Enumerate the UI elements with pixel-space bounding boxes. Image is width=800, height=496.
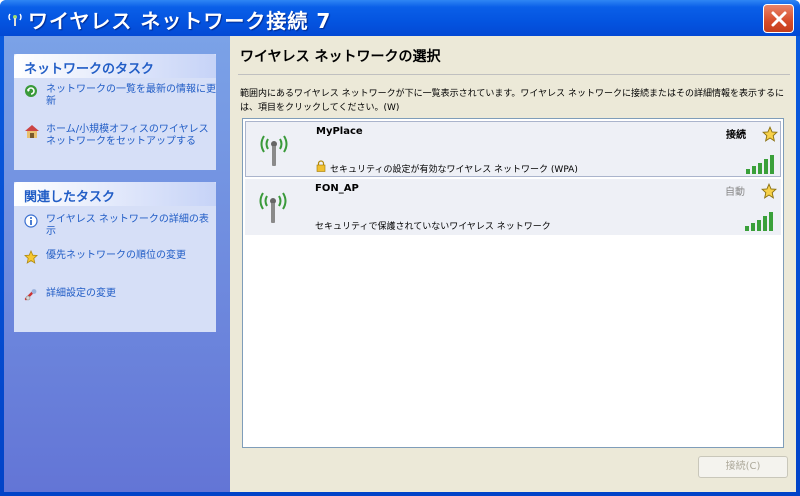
- preferred-star-icon: [762, 125, 778, 145]
- security-description: セキュリティで保護されていないワイヤレス ネットワーク: [315, 222, 551, 232]
- connection-status: 自動: [725, 187, 745, 198]
- window-body: ネットワークのタスク ネットワークの一覧を最新の情報に更新 ホーム/小規模オフィ…: [4, 36, 796, 492]
- setup-home-network-link[interactable]: ホーム/小規模オフィスのワイヤレス ネットワークをセットアップする: [14, 124, 216, 168]
- network-name: MyPlace: [316, 126, 363, 137]
- refresh-icon: [24, 84, 38, 102]
- star-icon: [24, 249, 38, 268]
- security-description: セキュリティの設定が有効なワイヤレス ネットワーク (WPA): [330, 165, 578, 175]
- preferred-star-icon: [761, 182, 777, 202]
- view-network-details-link[interactable]: ワイヤレス ネットワークの詳細の表示: [14, 214, 216, 248]
- setup-home-network-label: ホーム/小規模オフィスのワイヤレス ネットワークをセットアップする: [46, 124, 209, 147]
- network-tasks-panel: ネットワークのタスク ネットワークの一覧を最新の情報に更新 ホーム/小規模オフィ…: [14, 54, 216, 170]
- task-pane: ネットワークのタスク ネットワークの一覧を最新の情報に更新 ホーム/小規模オフィ…: [4, 36, 230, 492]
- window: ワイヤレス ネットワーク接続 7 ネットワークのタスク ネットワークの一覧を最新…: [0, 0, 800, 496]
- network-selection-pane: ワイヤレス ネットワークの選択 範囲内にあるワイヤレス ネットワークが下に一覧表…: [230, 36, 796, 492]
- connection-status: 接続: [726, 130, 746, 141]
- divider: [238, 74, 790, 75]
- home-network-icon: [24, 124, 40, 142]
- title-bar[interactable]: ワイヤレス ネットワーク接続 7: [0, 0, 800, 36]
- refresh-network-list-link[interactable]: ネットワークの一覧を最新の情報に更新: [14, 84, 216, 124]
- network-item-myplace[interactable]: MyPlace 接続 セキュリティの設定が有効なワイヤレス ネットワーク (WP…: [245, 121, 781, 177]
- change-advanced-settings-label: 詳細設定の変更: [46, 288, 116, 299]
- settings-icon: [24, 288, 38, 306]
- related-tasks-panel: 関連したタスク ワイヤレス ネットワークの詳細の表示 優先ネットワークの順位の変…: [14, 182, 216, 332]
- network-name: FON_AP: [315, 183, 359, 194]
- wireless-antenna-icon: [258, 130, 290, 171]
- wireless-network-icon: [8, 10, 22, 26]
- close-button[interactable]: [763, 4, 794, 33]
- connect-button[interactable]: 接続(C): [698, 456, 788, 478]
- wireless-antenna-icon: [257, 187, 289, 228]
- network-item-fon-ap[interactable]: FON_AP 自動 セキュリティで保護されていないワイヤレス ネットワーク: [245, 179, 781, 235]
- signal-strength-icon: [745, 211, 775, 234]
- lock-icon: [316, 160, 326, 175]
- refresh-network-list-label: ネットワークの一覧を最新の情報に更新: [46, 84, 216, 107]
- page-title: ワイヤレス ネットワークの選択: [240, 49, 441, 65]
- change-advanced-settings-link[interactable]: 詳細設定の変更: [14, 288, 216, 318]
- close-icon: [771, 11, 787, 27]
- network-list[interactable]: MyPlace 接続 セキュリティの設定が有効なワイヤレス ネットワーク (WP…: [242, 118, 784, 448]
- signal-strength-icon: [746, 154, 776, 177]
- related-tasks-header: 関連したタスク: [14, 182, 216, 206]
- network-tasks-header: ネットワークのタスク: [14, 54, 216, 78]
- change-preferred-order-link[interactable]: 優先ネットワークの順位の変更: [14, 248, 216, 288]
- view-network-details-label: ワイヤレス ネットワークの詳細の表示: [46, 214, 209, 237]
- info-icon: [24, 214, 38, 232]
- change-preferred-order-label: 優先ネットワークの順位の変更: [46, 250, 186, 261]
- instructions-text: 範囲内にあるワイヤレス ネットワークが下に一覧表示されています。ワイヤレス ネッ…: [240, 89, 785, 113]
- window-title: ワイヤレス ネットワーク接続 7: [28, 9, 332, 33]
